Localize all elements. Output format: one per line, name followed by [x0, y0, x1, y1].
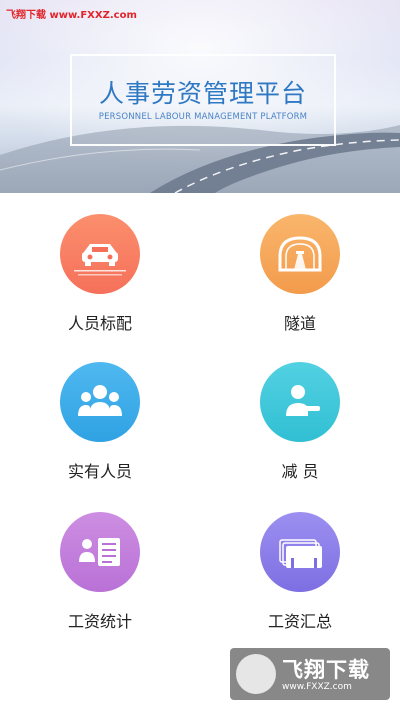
page-title: 人事劳资管理平台 [98, 79, 307, 108]
menu-item-reduce-staff[interactable]: 减 员 [225, 362, 375, 492]
menu-item-salary-summary[interactable]: 工资汇总 [225, 512, 375, 642]
menu-item-label: 工资统计 [67, 612, 132, 631]
menu-item-tunnel[interactable]: 隧道 [225, 214, 375, 344]
platform-title-box: 人事劳资管理平台 PERSONNEL LABOUR MANAGEMENT PLA… [70, 54, 336, 146]
menu-item-staffing[interactable]: 人员标配 [25, 214, 175, 344]
watermark-brand: 飞翔下载 [282, 658, 370, 682]
menu-item-actual-staff[interactable]: 实有人员 [25, 362, 175, 492]
menu-item-label: 工资汇总 [267, 612, 332, 631]
site-watermark: 飞翔下载 www.FXXZ.com [230, 648, 390, 700]
menu-item-label: 隧道 [283, 314, 316, 333]
salary-list-icon [60, 512, 140, 592]
top-watermark: 飞翔下载 www.FXXZ.com [6, 10, 137, 21]
menu-item-label: 人员标配 [67, 314, 132, 333]
menu-item-label: 减 员 [281, 462, 319, 481]
tunnel-icon [260, 214, 340, 294]
menu-item-salary-stats[interactable]: 工资统计 [25, 512, 175, 642]
page-subtitle: PERSONNEL LABOUR MANAGEMENT PLATFORM [98, 112, 308, 122]
watermark-url: www.FXXZ.com [282, 682, 352, 692]
header-banner: 飞翔下载 www.FXXZ.com 人事劳资管理平台 PERSONNEL LAB… [0, 0, 400, 193]
menu-item-label: 实有人员 [67, 462, 132, 481]
fxxz-logo-icon [236, 654, 276, 694]
people-group-icon [60, 362, 140, 442]
person-minus-icon [260, 362, 340, 442]
car-icon [60, 214, 140, 294]
summary-boards-icon [260, 512, 340, 592]
